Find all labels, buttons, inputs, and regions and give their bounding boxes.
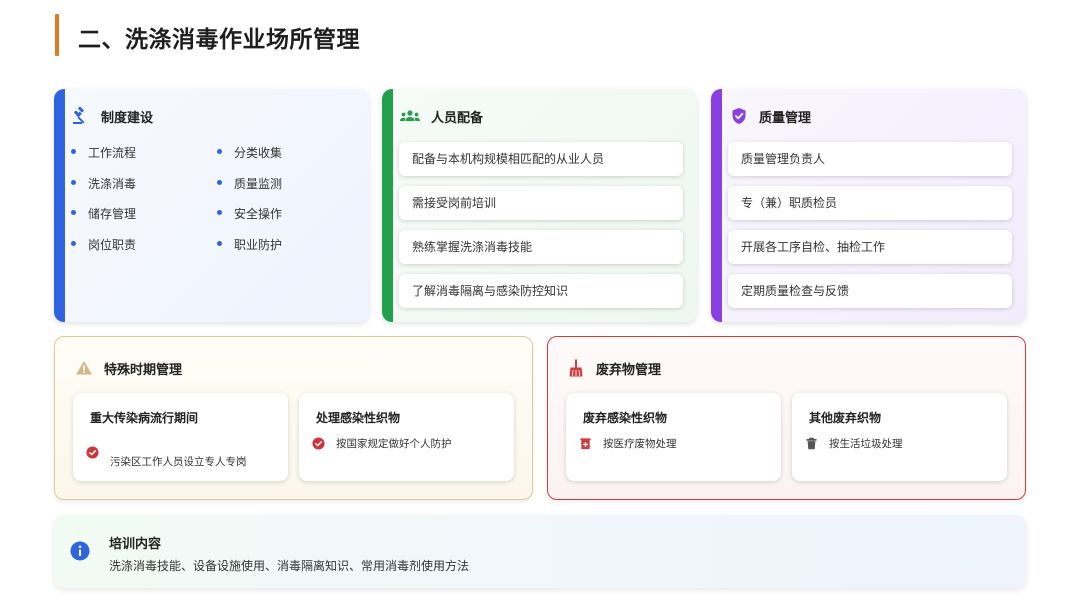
- system-card-stripe: [54, 89, 65, 322]
- list-item: 岗位职责: [70, 237, 136, 268]
- special-block-text: 污染区工作人员设立专人专岗: [110, 456, 247, 468]
- special-block-text: 按国家规定做好个人防护: [336, 438, 452, 450]
- list-item: 洗涤消毒: [70, 176, 136, 207]
- waste-block-line: 按生活垃圾处理: [805, 436, 903, 451]
- list-item: 工作流程: [70, 145, 136, 176]
- waste-block-title: 其他废弃织物: [809, 411, 882, 425]
- list-item: 储存管理: [70, 206, 136, 237]
- waste-card-header: 废弃物管理: [566, 358, 661, 378]
- staff-item: 了解消毒隔离与感染防控知识: [399, 274, 683, 308]
- gavel-icon: [73, 106, 85, 124]
- quality-item: 质量管理负责人: [728, 142, 1012, 176]
- staff-item: 配备与本机构规模相匹配的从业人员: [399, 142, 683, 176]
- shield-check-icon: [732, 108, 746, 124]
- special-block: 重大传染病流行期间 污染区工作人员设立专人专岗: [73, 393, 288, 481]
- staff-item: 熟练掌握洗涤消毒技能: [399, 230, 683, 264]
- training-title: 培训内容: [109, 537, 162, 552]
- waste-block-text: 按生活垃圾处理: [829, 438, 903, 450]
- list-item: 分类收集: [216, 145, 282, 176]
- people-icon: [400, 110, 420, 121]
- special-block-line: 按国家规定做好个人防护: [312, 436, 452, 451]
- quality-card-title: 质量管理: [759, 110, 812, 126]
- quality-item: 开展各工序自检、抽检工作: [728, 230, 1012, 264]
- warning-icon: [76, 361, 92, 375]
- page-title: 二、洗涤消毒作业场所管理: [78, 27, 360, 53]
- waste-card-title: 废弃物管理: [596, 362, 662, 378]
- check-circle-icon: [86, 446, 99, 459]
- staff-item: 需接受岗前培训: [399, 186, 683, 220]
- list-item: 职业防护: [216, 237, 282, 268]
- list-item: 质量监测: [216, 176, 282, 207]
- special-block-title: 重大传染病流行期间: [90, 411, 199, 425]
- info-icon: [70, 541, 90, 561]
- special-block: 处理感染性织物 按国家规定做好个人防护: [299, 393, 514, 481]
- special-card-header: 特殊时期管理: [74, 358, 182, 378]
- list-item: 安全操作: [216, 206, 282, 237]
- waste-block: 废弃感染性织物 按医疗废物处理: [566, 393, 781, 481]
- training-text: 洗涤消毒技能、设备设施使用、消毒隔离知识、常用消毒剂使用方法: [109, 559, 470, 573]
- system-card-title: 制度建设: [101, 110, 154, 126]
- waste-block-title: 废弃感染性织物: [583, 411, 668, 425]
- check-circle-icon: [312, 437, 325, 450]
- quality-card-stripe: [711, 89, 722, 322]
- broom-icon: [569, 359, 583, 377]
- medical-bin-icon: [580, 438, 591, 450]
- trash-icon: [806, 437, 817, 450]
- title-accent-bar: [55, 14, 59, 56]
- staff-card-header: 人员配备: [399, 106, 483, 126]
- system-card-header: 制度建设: [71, 106, 153, 126]
- quality-card-header: 质量管理: [729, 106, 811, 126]
- special-block-line: 污染区工作人员设立专人专岗: [86, 436, 247, 469]
- system-right-list: 分类收集 质量监测 安全操作 职业防护: [216, 145, 282, 267]
- quality-item: 专（兼）职质检员: [728, 186, 1012, 220]
- waste-block-line: 按医疗废物处理: [579, 436, 677, 451]
- staff-card-title: 人员配备: [431, 110, 484, 126]
- training-card: [54, 515, 1026, 588]
- special-block-title: 处理感染性织物: [316, 411, 401, 425]
- quality-item: 定期质量检查与反馈: [728, 274, 1012, 308]
- system-left-list: 工作流程 洗涤消毒 储存管理 岗位职责: [70, 145, 136, 267]
- waste-block: 其他废弃织物 按生活垃圾处理: [792, 393, 1007, 481]
- special-card-title: 特殊时期管理: [104, 362, 183, 378]
- staff-card-stripe: [382, 89, 393, 322]
- waste-block-text: 按医疗废物处理: [603, 438, 677, 450]
